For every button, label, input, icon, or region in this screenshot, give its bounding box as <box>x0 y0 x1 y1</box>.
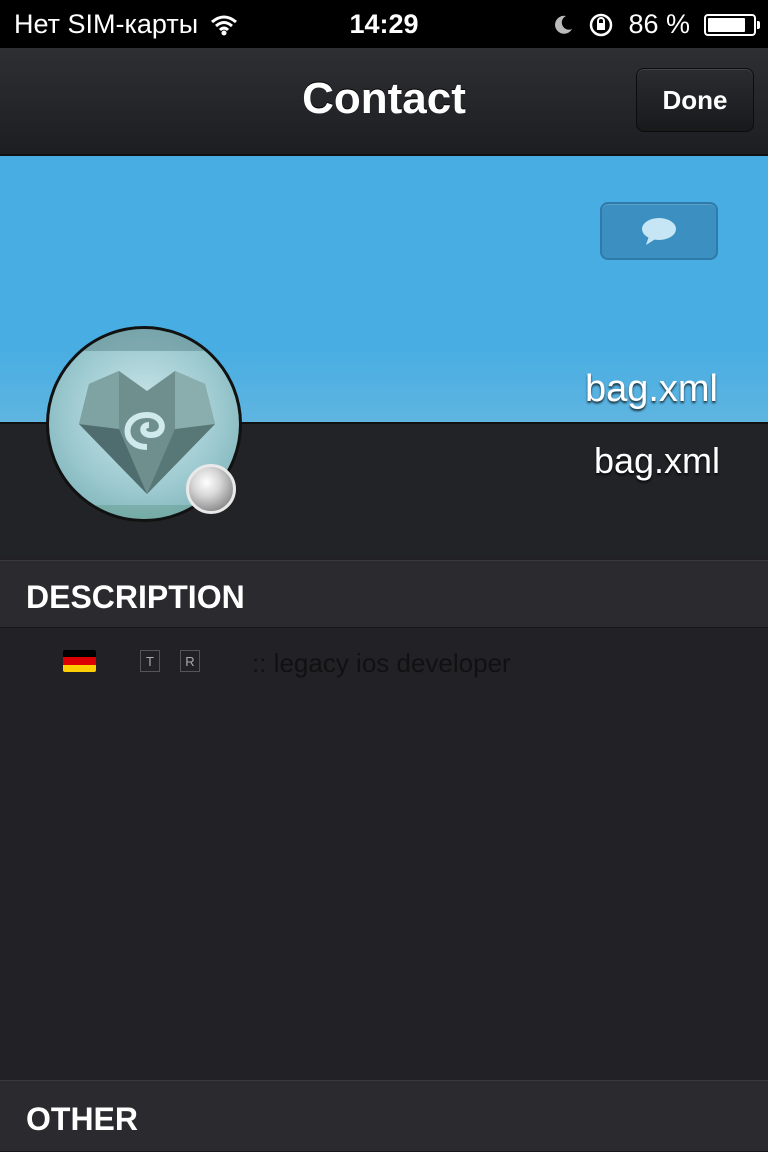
battery-icon <box>704 13 760 36</box>
other-section-title: OTHER <box>26 1101 138 1137</box>
status-bar: Нет SIM-карты 14:29 86 % <box>0 0 768 48</box>
presence-status-icon <box>186 464 236 514</box>
battery-fill <box>708 17 746 32</box>
tag-r-icon: R <box>180 650 200 672</box>
status-right-group: 86 % <box>552 9 760 40</box>
contact-name: bag.xml <box>584 368 718 410</box>
done-button[interactable]: Done <box>636 68 754 132</box>
germany-flag-icon <box>63 650 96 672</box>
other-section-header: OTHER <box>0 1080 768 1152</box>
description-content <box>0 630 768 1080</box>
navigation-bar: Contact Done <box>0 48 768 156</box>
description-text: :: legacy ios developer <box>252 648 511 678</box>
chat-bubble-icon <box>642 218 676 245</box>
tag-t-icon: T <box>140 650 160 672</box>
rotation-lock-icon <box>590 13 613 36</box>
description-section-header: DESCRIPTION <box>0 560 768 628</box>
battery-percent: 86 % <box>628 9 690 39</box>
moon-icon <box>555 15 573 34</box>
description-section-title: DESCRIPTION <box>26 579 245 615</box>
contact-id: bag.xml <box>593 440 720 481</box>
message-button[interactable] <box>600 202 718 260</box>
